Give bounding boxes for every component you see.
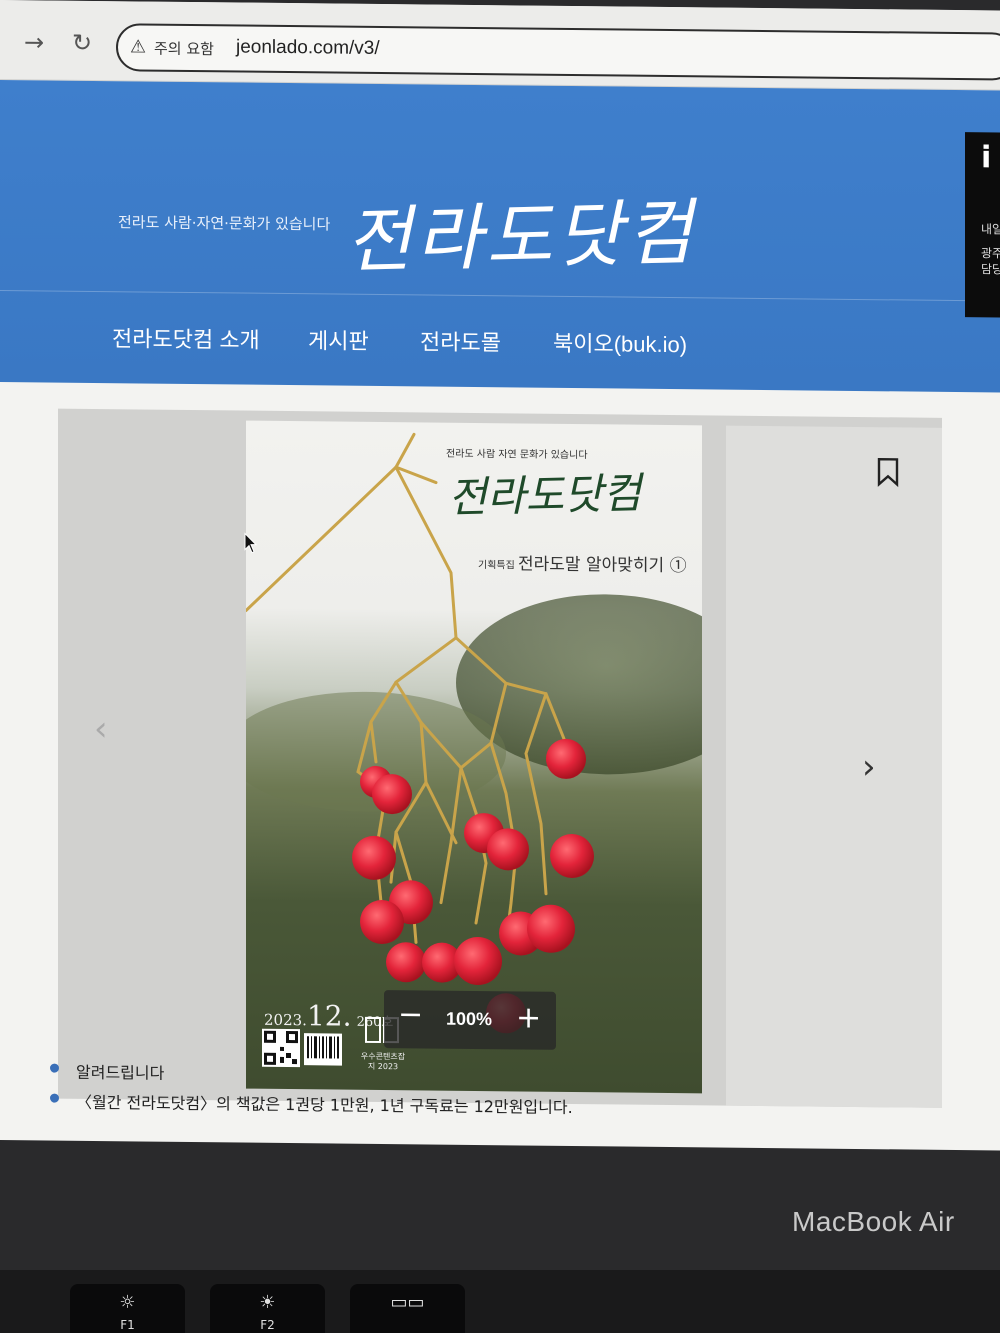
mouse-cursor-icon xyxy=(244,532,258,554)
mission-control-icon: ▭▭ xyxy=(390,1292,425,1313)
ad-line: 담당 xyxy=(981,262,1000,277)
warning-icon: ⚠ xyxy=(130,36,147,58)
zoom-level: 100% xyxy=(446,1008,493,1030)
zoom-control: − 100% + xyxy=(384,990,556,1050)
zoom-out-button[interactable]: − xyxy=(398,997,423,1032)
key-label: F2 xyxy=(260,1318,275,1332)
magazine-viewer: ‹ › 전라도 사람 자연 문화가 있습니다 전라도닷컴 기획특집 전라도말 알… xyxy=(58,408,942,1108)
zoom-in-button[interactable]: + xyxy=(516,1000,541,1035)
nav-item-about[interactable]: 전라도닷컴 소개 xyxy=(112,321,260,355)
device-label: MacBook Air xyxy=(792,1206,955,1237)
site-header: 전라도 사람·자연·문화가 있습니다 전라도닷컴 전라도닷컴 소개 게시판 전라… xyxy=(0,80,1000,393)
browser-toolbar: → ↻ ⚠ 주의 요함 jeonlado.com/v3/ xyxy=(0,0,1000,91)
laptop-screen: → ↻ ⚠ 주의 요함 jeonlado.com/v3/ 전라도 사람·자연·문… xyxy=(0,0,1000,1151)
header-divider xyxy=(0,290,1000,302)
cover-tagline: 전라도 사람 자연 문화가 있습니다 xyxy=(446,448,588,462)
cover-month: 12. xyxy=(306,999,352,1033)
url-text[interactable]: jeonlado.com/v3/ xyxy=(236,36,380,60)
notice-text: 〈월간 전라도닷컴〉의 책값은 1권당 1만원, 1년 구독료는 12만원입니다… xyxy=(76,1092,573,1117)
prev-page-button[interactable]: ‹ xyxy=(94,709,108,749)
ad-line: 내일 xyxy=(981,222,1000,237)
cover-year: 2023. xyxy=(264,1010,307,1030)
key-label: F1 xyxy=(120,1318,135,1332)
bullet-icon xyxy=(50,1093,59,1103)
bullet-icon xyxy=(50,1063,59,1073)
security-warning-label: 주의 요함 xyxy=(154,39,214,59)
viewer-side-panel xyxy=(726,425,942,1108)
reload-icon[interactable]: ↻ xyxy=(72,29,92,57)
key-f1[interactable]: ☼ F1 xyxy=(70,1284,185,1333)
key-f3[interactable]: ▭▭ xyxy=(350,1284,465,1333)
cover-logo: 전라도닷컴 xyxy=(447,468,643,523)
site-logo[interactable]: 전라도닷컴 xyxy=(343,173,698,287)
key-f2[interactable]: ☀ F2 xyxy=(210,1284,325,1333)
cover-feature-title: 전라도말 알아맞히기 ① xyxy=(518,554,687,577)
brightness-down-icon: ☼ xyxy=(119,1292,136,1313)
nav-item-mall[interactable]: 전라도몰 xyxy=(420,324,501,357)
notice-text: 알려드립니다 xyxy=(76,1062,165,1083)
site-tagline: 전라도 사람·자연·문화가 있습니다 xyxy=(118,213,331,234)
next-page-button[interactable]: › xyxy=(862,747,876,787)
barcode-icon xyxy=(304,1033,342,1066)
bookmark-icon[interactable] xyxy=(876,457,900,488)
forward-icon[interactable]: → xyxy=(24,28,44,56)
ad-line: 광주 xyxy=(981,246,1000,261)
cover-feature-tag: 기획특집 xyxy=(478,560,515,572)
nav-item-board[interactable]: 게시판 xyxy=(308,323,369,356)
ad-headline: i xyxy=(981,140,992,176)
keyboard-row: ☼ F1 ☀ F2 ▭▭ xyxy=(0,1270,1000,1333)
qr-code-icon xyxy=(262,1028,300,1068)
brightness-up-icon: ☀ xyxy=(259,1292,276,1313)
nav-item-bukio[interactable]: 북이오(buk.io) xyxy=(553,326,687,359)
side-ad-banner[interactable]: i 내일 광주 담당 xyxy=(965,132,1000,318)
award-label: 우수콘텐츠잡지 2023 xyxy=(360,1051,406,1072)
address-bar[interactable]: ⚠ 주의 요함 jeonlado.com/v3/ xyxy=(116,23,1000,81)
main-nav: 전라도닷컴 소개 게시판 전라도몰 북이오(buk.io) xyxy=(0,310,1000,370)
